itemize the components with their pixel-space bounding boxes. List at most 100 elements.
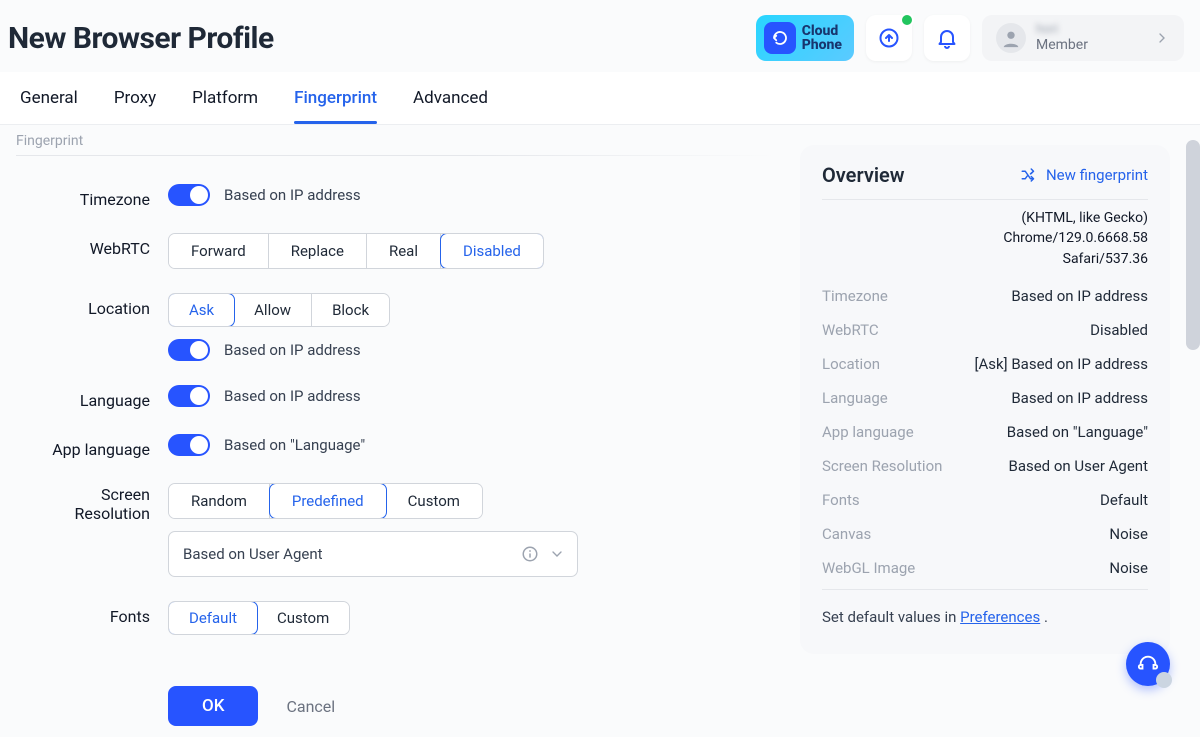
- cancel-button[interactable]: Cancel: [286, 697, 335, 716]
- scrollbar[interactable]: [1186, 140, 1200, 350]
- overview-key: Timezone: [822, 287, 888, 305]
- avatar-icon: [996, 23, 1026, 53]
- shuffle-icon: [1020, 166, 1038, 184]
- toggle-timezone-text: Based on IP address: [224, 186, 361, 204]
- overview-row: App language Based on "Language": [822, 415, 1148, 449]
- webrtc-option-real[interactable]: Real: [367, 234, 441, 268]
- label-screen-resolution: ScreenResolution: [16, 483, 168, 523]
- row-fonts: Fonts DefaultCustom: [16, 601, 776, 635]
- label-timezone: Timezone: [16, 184, 168, 209]
- support-fab[interactable]: [1126, 642, 1170, 686]
- status-dot-icon: [900, 13, 914, 27]
- overview-value: Disabled: [1090, 321, 1148, 339]
- segmented-fonts: DefaultCustom: [168, 601, 350, 635]
- tab-platform[interactable]: Platform: [192, 72, 258, 124]
- screen-resolution-option-custom[interactable]: Custom: [386, 484, 482, 518]
- member-menu[interactable]: hori Member: [982, 15, 1184, 61]
- location-option-ask[interactable]: Ask: [168, 293, 235, 327]
- segmented-webrtc: ForwardReplaceRealDisabled: [168, 233, 544, 269]
- row-screen-resolution: ScreenResolution RandomPredefinedCustom …: [16, 483, 776, 577]
- screen-resolution-option-random[interactable]: Random: [169, 484, 270, 518]
- cloud-phone-label: Cloud Phone: [802, 24, 842, 52]
- fonts-option-custom[interactable]: Custom: [257, 602, 349, 634]
- overview-key: App language: [822, 423, 914, 441]
- tabs: General Proxy Platform Fingerprint Advanced: [0, 72, 1200, 125]
- tab-fingerprint[interactable]: Fingerprint: [294, 72, 377, 124]
- tab-advanced[interactable]: Advanced: [413, 72, 488, 124]
- overview-value: [Ask] Based on IP address: [975, 355, 1148, 373]
- segmented-location: AskAllowBlock: [168, 293, 390, 327]
- toggle-timezone[interactable]: [168, 184, 210, 206]
- label-webrtc: WebRTC: [16, 233, 168, 258]
- toggle-language-text: Based on IP address: [224, 387, 361, 405]
- section-heading: Fingerprint: [16, 133, 776, 155]
- preferences-link[interactable]: Preferences: [960, 608, 1040, 626]
- overview-value: Based on IP address: [1011, 287, 1148, 305]
- segmented-screen-resolution: RandomPredefinedCustom: [168, 483, 483, 519]
- overview-value: Based on User Agent: [1008, 457, 1148, 475]
- toggle-app-language-text: Based on "Language": [224, 436, 365, 454]
- overview-row: Screen Resolution Based on User Agent: [822, 449, 1148, 483]
- overview-row: WebGL Image Noise: [822, 551, 1148, 585]
- overview-row: Language Based on IP address: [822, 381, 1148, 415]
- overview-key: Screen Resolution: [822, 457, 942, 475]
- member-role: Member: [1036, 37, 1088, 54]
- overview-value: Based on IP address: [1011, 389, 1148, 407]
- screen-resolution-option-predefined[interactable]: Predefined: [269, 483, 387, 519]
- overview-value: Noise: [1109, 559, 1148, 577]
- row-webrtc: WebRTC ForwardReplaceRealDisabled: [16, 233, 776, 269]
- webrtc-option-disabled[interactable]: Disabled: [440, 233, 544, 269]
- overview-key: WebGL Image: [822, 559, 915, 577]
- sync-button[interactable]: [866, 15, 912, 61]
- notifications-button[interactable]: [924, 15, 970, 61]
- webrtc-option-replace[interactable]: Replace: [269, 234, 367, 268]
- row-app-language: App language Based on "Language": [16, 434, 776, 459]
- overview-row: Canvas Noise: [822, 517, 1148, 551]
- cloud-phone-icon: [764, 22, 796, 54]
- label-fonts: Fonts: [16, 601, 168, 626]
- overview-key: Language: [822, 389, 888, 407]
- footer-actions: OK Cancel: [168, 686, 335, 726]
- section-divider: [16, 155, 776, 156]
- overview-row: Fonts Default: [822, 483, 1148, 517]
- page-title: New Browser Profile: [4, 21, 274, 56]
- webrtc-option-forward[interactable]: Forward: [169, 234, 269, 268]
- toggle-language[interactable]: [168, 385, 210, 407]
- overview-heading: Overview: [822, 163, 905, 187]
- row-language: Language Based on IP address: [16, 385, 776, 410]
- location-option-allow[interactable]: Allow: [234, 294, 312, 326]
- label-location: Location: [16, 293, 168, 318]
- overview-panel: Overview New fingerprint (KHTML, like Ge…: [800, 145, 1170, 654]
- tab-general[interactable]: General: [20, 72, 78, 124]
- main: Fingerprint Timezone Based on IP address…: [0, 125, 1200, 737]
- overview-key: Canvas: [822, 525, 871, 543]
- ok-button[interactable]: OK: [168, 686, 258, 726]
- row-timezone: Timezone Based on IP address: [16, 184, 776, 209]
- overview-row: WebRTC Disabled: [822, 313, 1148, 347]
- overview-value: Noise: [1109, 525, 1148, 543]
- overview-key: WebRTC: [822, 321, 879, 339]
- row-location: Location AskAllowBlock Based on IP addre…: [16, 293, 776, 361]
- overview-key: Location: [822, 355, 880, 373]
- new-fingerprint-button[interactable]: New fingerprint: [1020, 166, 1148, 184]
- select-screen-resolution-value: Based on User Agent: [183, 545, 323, 563]
- info-icon: [521, 545, 539, 563]
- toggle-location[interactable]: [168, 339, 210, 361]
- topbar-right: Cloud Phone hori Member: [756, 15, 1184, 61]
- select-screen-resolution[interactable]: Based on User Agent: [168, 531, 578, 577]
- chevron-right-icon: [1154, 30, 1170, 46]
- overview-value: Based on "Language": [1007, 423, 1148, 441]
- label-language: Language: [16, 385, 168, 410]
- location-option-block[interactable]: Block: [312, 294, 389, 326]
- toggle-app-language[interactable]: [168, 434, 210, 456]
- fonts-option-default[interactable]: Default: [168, 601, 258, 635]
- label-app-language: App language: [16, 434, 168, 459]
- overview-key: Fonts: [822, 491, 860, 509]
- user-agent-text: (KHTML, like Gecko)Chrome/129.0.6668.58S…: [822, 208, 1148, 269]
- cloud-phone-button[interactable]: Cloud Phone: [756, 15, 854, 61]
- toggle-location-text: Based on IP address: [224, 341, 361, 359]
- tab-proxy[interactable]: Proxy: [114, 72, 156, 124]
- overview-row: Timezone Based on IP address: [822, 279, 1148, 313]
- overview-value: Default: [1100, 491, 1148, 509]
- topbar: New Browser Profile Cloud Phone hori M: [0, 0, 1200, 72]
